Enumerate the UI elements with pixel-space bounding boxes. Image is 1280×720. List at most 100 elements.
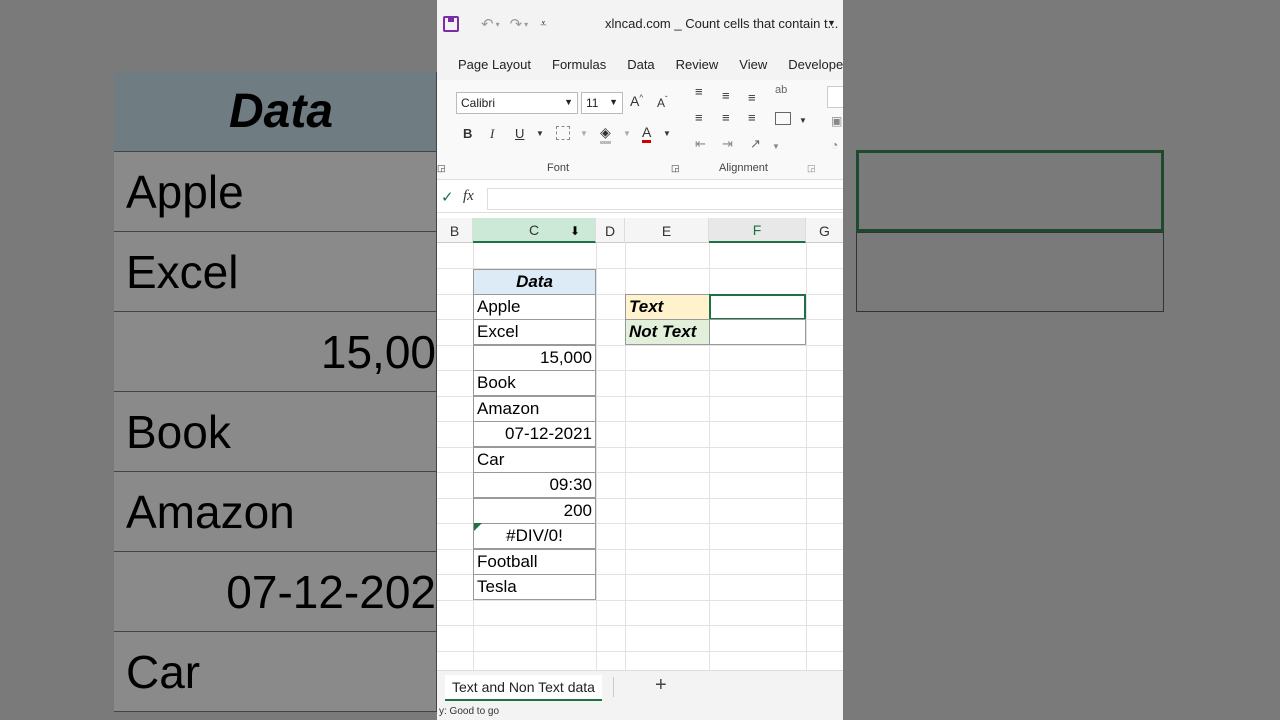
document-title[interactable]: xlncad.com _ Count cells that contain t.… — [605, 16, 838, 31]
redo-icon[interactable]: ↷ — [510, 15, 523, 33]
save-icon[interactable] — [443, 16, 459, 32]
dialog-launcher-icon[interactable]: ◲ — [437, 163, 446, 174]
chevron-down-icon: ▼ — [564, 97, 573, 107]
data-cell[interactable]: 09:30 — [473, 472, 596, 498]
align-right-icon[interactable]: ≡ — [748, 110, 756, 125]
redo-dropdown-icon[interactable]: ▾ — [524, 20, 528, 29]
grid-line — [437, 625, 843, 626]
error-indicator-icon[interactable] — [474, 523, 482, 531]
bg-cell: Book — [114, 392, 437, 472]
data-cell[interactable]: Book — [473, 370, 596, 396]
chevron-down-icon[interactable]: ▼ — [623, 129, 631, 138]
data-cell[interactable]: 15,000 — [473, 345, 596, 371]
chevron-down-icon[interactable]: ▼ — [536, 129, 544, 138]
chevron-down-icon[interactable]: ▼ — [799, 116, 807, 125]
sheet-tab-text-and-non-text[interactable]: Text and Non Text data — [445, 675, 602, 701]
not-text-count-cell[interactable] — [709, 319, 806, 345]
ribbon: Calibri ▼ 11 ▼ A^ Aˇ B I U ▼ ▼ ◈ ▼ A ▼ F… — [437, 80, 843, 180]
chevron-down-icon[interactable]: ▼ — [772, 142, 780, 151]
chevron-down-icon: ▼ — [609, 97, 618, 107]
fx-icon[interactable]: fx — [463, 188, 474, 205]
conditional-format-icon[interactable]: ▣ — [831, 114, 842, 128]
undo-icon[interactable]: ↶ — [481, 15, 494, 33]
bg-header-cell: Data — [114, 72, 437, 152]
data-cell[interactable]: Excel — [473, 319, 596, 345]
undo-dropdown-icon[interactable]: ▾ — [496, 20, 500, 29]
formula-bar: ✓ fx — [437, 185, 843, 213]
data-header-cell[interactable]: Data — [473, 269, 596, 295]
column-header-b[interactable]: B — [437, 218, 473, 243]
bold-button[interactable]: B — [463, 126, 472, 141]
grid-line — [437, 600, 843, 601]
title-dropdown-icon[interactable]: ▼ — [827, 18, 836, 28]
column-header-e[interactable]: E — [625, 218, 709, 243]
decrease-font-icon[interactable]: Aˇ — [657, 95, 668, 110]
chevron-down-icon[interactable]: ▼ — [663, 129, 671, 138]
decrease-indent-icon[interactable]: ⇤ — [695, 136, 706, 152]
bg-cell: 07-12-202 — [114, 552, 437, 632]
data-cell[interactable]: #DIV/0! — [473, 523, 596, 549]
column-header-f[interactable]: F — [709, 218, 806, 243]
tab-data[interactable]: Data — [627, 57, 654, 72]
bg-cell: Excel — [114, 232, 437, 312]
borders-icon[interactable] — [556, 126, 570, 140]
dialog-launcher-icon[interactable]: ◲ — [671, 163, 680, 174]
align-left-icon[interactable]: ≡ — [695, 110, 703, 125]
increase-indent-icon[interactable]: ⇥ — [722, 136, 733, 152]
font-color-button[interactable]: A — [642, 124, 652, 143]
not-text-label-cell[interactable]: Not Text — [625, 319, 710, 345]
top-align-icon[interactable]: ≡ — [695, 84, 703, 99]
data-cell[interactable]: 200 — [473, 498, 596, 524]
fill-color-icon[interactable]: ◈ — [600, 124, 611, 144]
font-size-select[interactable]: 11 ▼ — [581, 92, 623, 114]
text-label-cell[interactable]: Text — [625, 294, 710, 320]
number-icon[interactable]: ◔ — [831, 138, 838, 152]
grid-line — [437, 651, 843, 652]
number-format-select[interactable] — [827, 86, 843, 108]
tab-page-layout[interactable]: Page Layout — [458, 57, 531, 72]
orientation-text-icon[interactable]: ↗ — [750, 136, 761, 152]
title-bar: ↶ ▾ ↷ ▾ ⩡ xlncad.com _ Count cells that … — [437, 0, 843, 48]
data-cell[interactable]: Football — [473, 549, 596, 575]
customize-toolbar-icon[interactable]: ⩡ — [540, 18, 546, 31]
add-sheet-button[interactable]: + — [655, 674, 667, 697]
font-group-label: Font — [547, 162, 570, 174]
bg-cell: Car — [114, 632, 437, 712]
formula-input[interactable] — [487, 188, 843, 210]
font-size-value: 11 — [586, 96, 599, 110]
checkmark-icon[interactable]: ✓ — [441, 188, 454, 206]
excel-window: ↶ ▾ ↷ ▾ ⩡ xlncad.com _ Count cells that … — [437, 0, 843, 720]
middle-align-icon[interactable]: ≡ — [722, 88, 730, 103]
bg-cell: 15,00 — [114, 312, 437, 392]
tab-review[interactable]: Review — [676, 57, 719, 72]
grid-line — [596, 243, 597, 670]
bg-cell: Apple — [114, 152, 437, 232]
bg-cell-outline — [856, 232, 1164, 312]
column-header-d[interactable]: D — [596, 218, 625, 243]
font-name-select[interactable]: Calibri ▼ — [456, 92, 578, 114]
italic-button[interactable]: I — [490, 126, 494, 142]
data-cell[interactable]: Car — [473, 447, 596, 473]
tab-view[interactable]: View — [739, 57, 767, 72]
alignment-group-label: Alignment — [719, 162, 768, 174]
text-count-cell[interactable] — [709, 294, 806, 320]
column-header-g[interactable]: G — [806, 218, 843, 243]
orientation-icon[interactable]: ab — [775, 84, 787, 96]
bg-cell: Amazon — [114, 472, 437, 552]
bg-selection-outline — [856, 150, 1164, 232]
tab-formulas[interactable]: Formulas — [552, 57, 606, 72]
data-cell[interactable]: Amazon — [473, 396, 596, 422]
underline-button[interactable]: U — [515, 126, 524, 141]
merge-icon[interactable] — [775, 112, 791, 125]
increase-font-icon[interactable]: A^ — [630, 93, 643, 109]
align-center-icon[interactable]: ≡ — [722, 110, 730, 125]
bottom-align-icon[interactable]: ≡ — [748, 90, 756, 105]
tab-developer[interactable]: Developer — [788, 57, 843, 72]
tab-divider — [613, 677, 614, 697]
status-bar: y: Good to go — [437, 702, 843, 720]
dialog-launcher-icon[interactable]: ◲ — [807, 163, 816, 174]
data-cell[interactable]: Tesla — [473, 574, 596, 600]
data-cell[interactable]: 07-12-2021 — [473, 421, 596, 447]
chevron-down-icon[interactable]: ▼ — [580, 129, 588, 138]
data-cell[interactable]: Apple — [473, 294, 596, 320]
